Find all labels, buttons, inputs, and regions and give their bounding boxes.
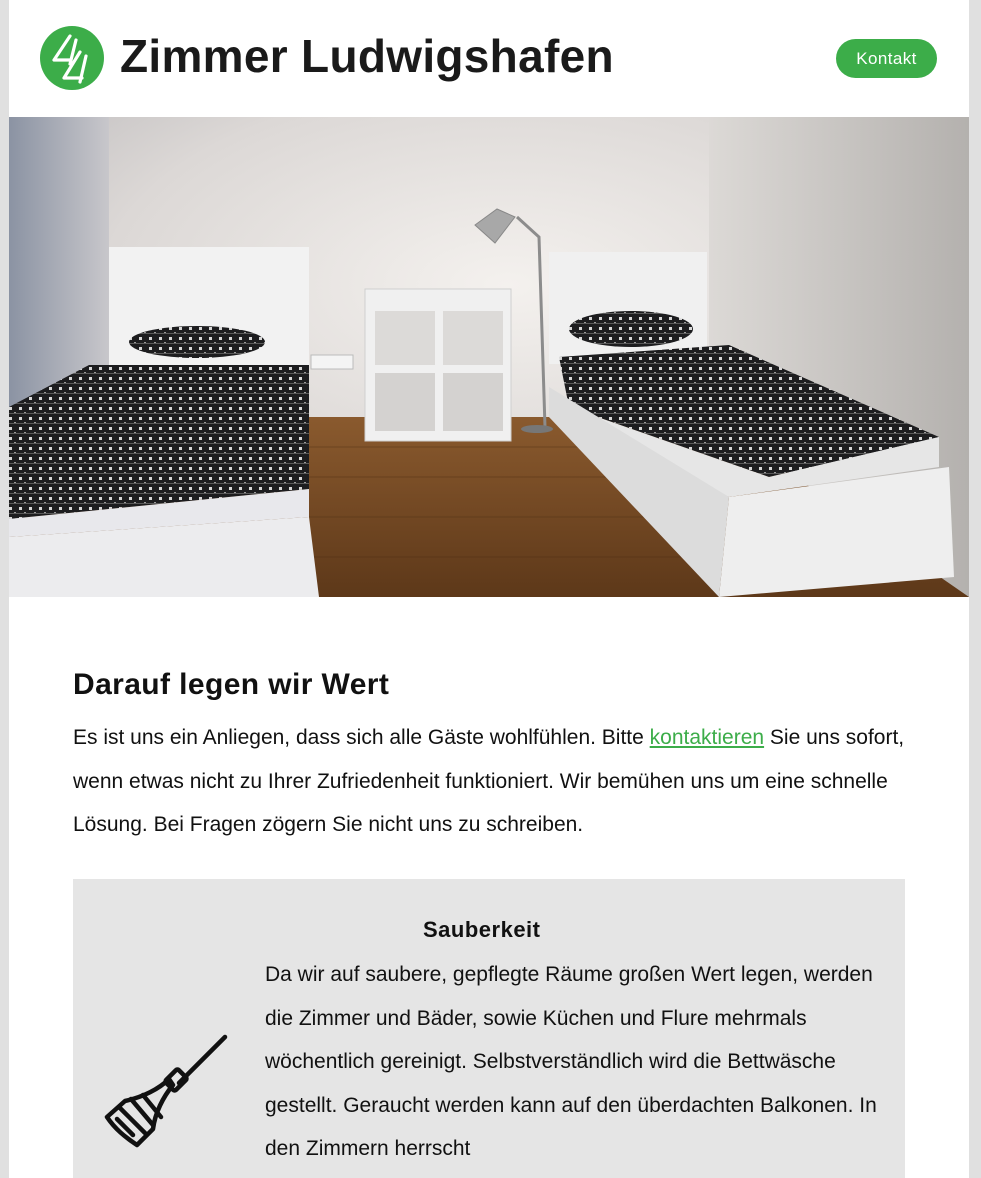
logo-icon[interactable]	[40, 26, 104, 90]
intro-paragraph: Es ist uns ein Anliegen, dass sich alle …	[73, 716, 905, 847]
contact-button[interactable]: Kontakt	[836, 39, 937, 78]
card-title: Sauberkeit	[423, 917, 541, 942]
values-section: Darauf legen wir Wert Es ist uns ein Anl…	[73, 668, 905, 847]
section-title: Darauf legen wir Wert	[73, 668, 390, 701]
card-sauberkeit: Sauberkeit Da wir auf saubere, gepflegte…	[73, 879, 905, 1178]
page: Zimmer Ludwigshafen Kontakt Darauf legen…	[9, 0, 969, 1178]
intro-text-before: Es ist uns ein Anliegen, dass sich alle …	[73, 726, 650, 749]
contact-link[interactable]: kontaktieren	[650, 726, 764, 749]
site-header: Zimmer Ludwigshafen Kontakt	[9, 0, 969, 117]
card-text: Da wir auf saubere, gepflegte Räume groß…	[265, 963, 877, 1160]
broom-icon	[103, 1017, 235, 1149]
hero-room-photo	[9, 117, 969, 597]
site-title[interactable]: Zimmer Ludwigshafen	[120, 29, 614, 83]
